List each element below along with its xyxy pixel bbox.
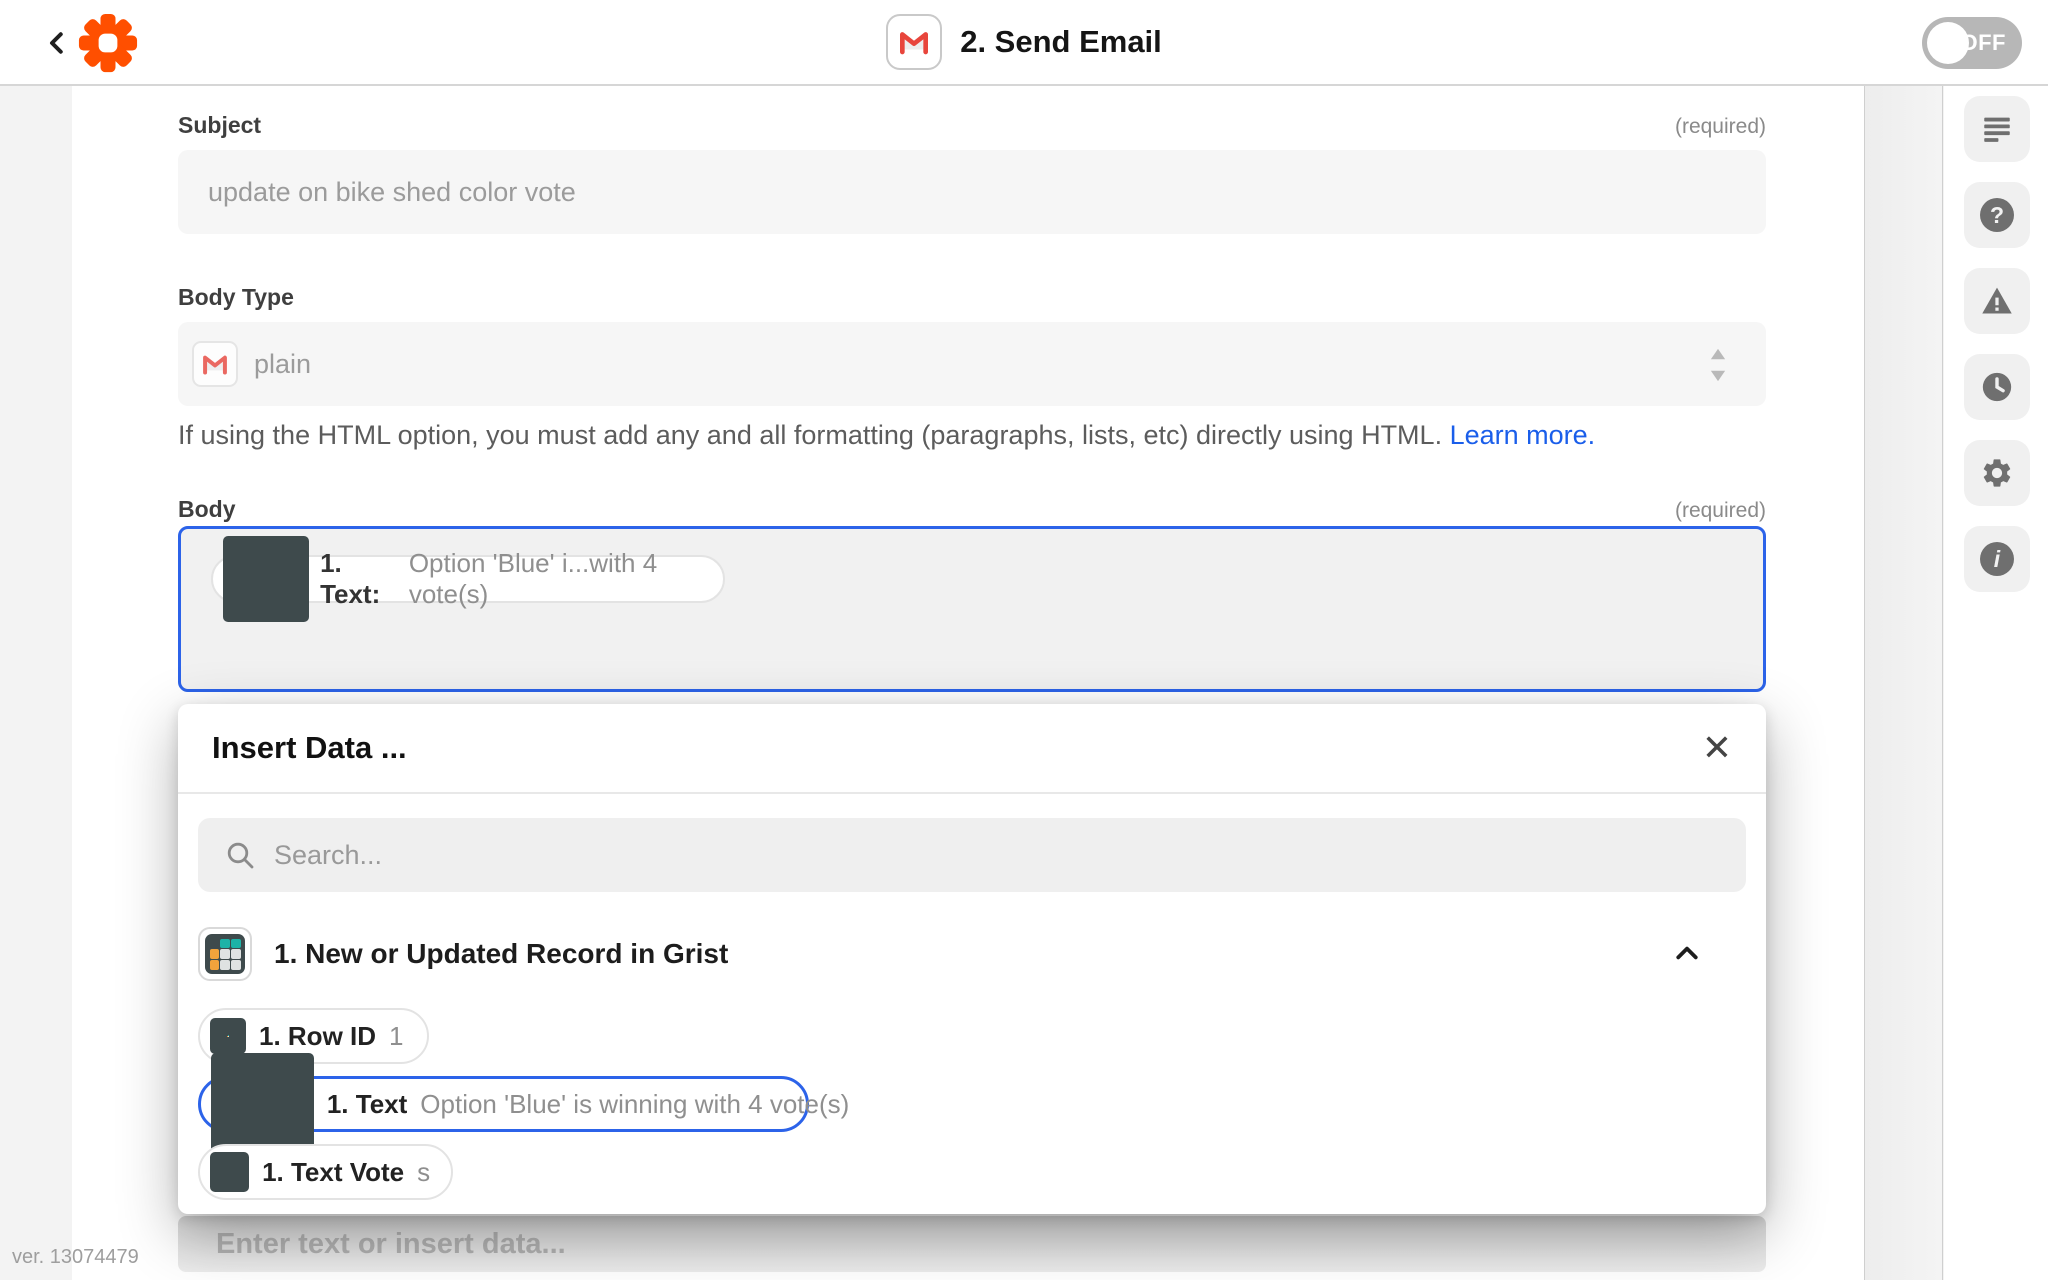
body-label: Body <box>178 496 236 523</box>
body-label-row: Body (required) <box>178 496 1766 523</box>
body-type-select[interactable]: plain <box>178 322 1766 406</box>
help-button[interactable]: ? <box>1964 182 2030 248</box>
body-type-value: plain <box>254 349 311 380</box>
inserted-field-token[interactable]: 1. Text: Option 'Blue' i...with 4 vote(s… <box>211 555 725 603</box>
insert-data-modal: Insert Data ... ✕ Search... 1. New or Up… <box>178 704 1766 1214</box>
data-pill-text[interactable]: 1. Text Option 'Blue' is winning with 4 … <box>198 1076 809 1132</box>
right-toolbar: ? i <box>1944 86 2048 1280</box>
info-button[interactable]: i <box>1964 526 2030 592</box>
modal-header: Insert Data ... ✕ <box>178 704 1766 794</box>
chevron-left-icon <box>42 28 72 58</box>
warning-icon <box>1980 284 2014 318</box>
grist-app-icon <box>198 927 252 981</box>
section-title: 1. New or Updated Record in Grist <box>274 938 728 970</box>
data-pill-text-vote[interactable]: 1. Text Vote s <box>198 1144 453 1200</box>
select-arrows-icon <box>1706 346 1730 384</box>
zap-editor-screen: 2. Send Email OFF ? <box>0 0 2048 1280</box>
body-type-help-text: If using the HTML option, you must add a… <box>178 420 1766 451</box>
scrollbar-track[interactable] <box>1864 86 1943 1280</box>
search-icon <box>224 839 256 871</box>
history-button[interactable] <box>1964 354 2030 420</box>
history-icon <box>1980 370 2014 404</box>
subject-label: Subject <box>178 112 261 139</box>
warnings-button[interactable] <box>1964 268 2030 334</box>
pill-label: 1. Text Vote <box>262 1157 404 1188</box>
body-type-label: Body Type <box>178 284 294 311</box>
grist-icon <box>210 1018 246 1054</box>
close-icon[interactable]: ✕ <box>1702 730 1732 766</box>
notes-icon <box>1980 112 2014 146</box>
subject-value: update on bike shed color vote <box>208 177 576 208</box>
settings-icon <box>1980 456 2014 490</box>
help-icon: ? <box>1980 198 2014 232</box>
top-bar: 2. Send Email OFF <box>0 0 2048 86</box>
pill-label: 1. Row ID <box>259 1021 376 1052</box>
body-type-label-row: Body Type <box>178 284 1766 311</box>
modal-title: Insert Data ... <box>212 730 407 766</box>
settings-button[interactable] <box>1964 440 2030 506</box>
gmail-icon <box>192 341 238 387</box>
back-button[interactable] <box>36 22 78 64</box>
grist-icon <box>210 1152 249 1191</box>
chevron-up-icon[interactable] <box>1672 938 1702 968</box>
token-field-value: Option 'Blue' i...with 4 vote(s) <box>409 548 701 610</box>
body-input[interactable]: 1. Text: Option 'Blue' i...with 4 vote(s… <box>178 526 1766 692</box>
zapier-logo[interactable] <box>78 13 138 73</box>
subject-label-row: Subject (required) <box>178 112 1766 139</box>
pill-value: 1 <box>389 1021 403 1052</box>
grist-icon <box>223 536 309 622</box>
step-title: 2. Send Email <box>960 24 1162 60</box>
grist-icon <box>211 1053 314 1156</box>
body-required-hint: (required) <box>1675 499 1766 523</box>
gmail-app-icon <box>886 14 942 70</box>
search-input[interactable]: Search... <box>198 818 1746 892</box>
token-field-name: 1. Text: <box>320 548 398 610</box>
notes-button[interactable] <box>1964 96 2030 162</box>
next-text-placeholder: Enter text or insert data... <box>216 1228 566 1261</box>
version-label: ver. 13074479 <box>12 1246 139 1269</box>
step-title-group: 2. Send Email <box>0 0 2048 84</box>
pill-value: s <box>417 1157 430 1188</box>
info-icon: i <box>1980 542 2014 576</box>
toggle-state-label: OFF <box>1961 17 2007 69</box>
pill-value: Option 'Blue' is winning with 4 vote(s) <box>420 1089 849 1120</box>
zap-on-off-toggle[interactable]: OFF <box>1922 17 2022 69</box>
subject-required-hint: (required) <box>1675 115 1766 139</box>
trigger-section-header[interactable]: 1. New or Updated Record in Grist <box>198 922 1746 986</box>
subject-input[interactable]: update on bike shed color vote <box>178 150 1766 234</box>
pill-label: 1. Text <box>327 1089 407 1120</box>
next-text-input[interactable]: Enter text or insert data... <box>178 1216 1766 1272</box>
search-placeholder: Search... <box>274 840 382 871</box>
learn-more-link[interactable]: Learn more. <box>1450 420 1596 450</box>
